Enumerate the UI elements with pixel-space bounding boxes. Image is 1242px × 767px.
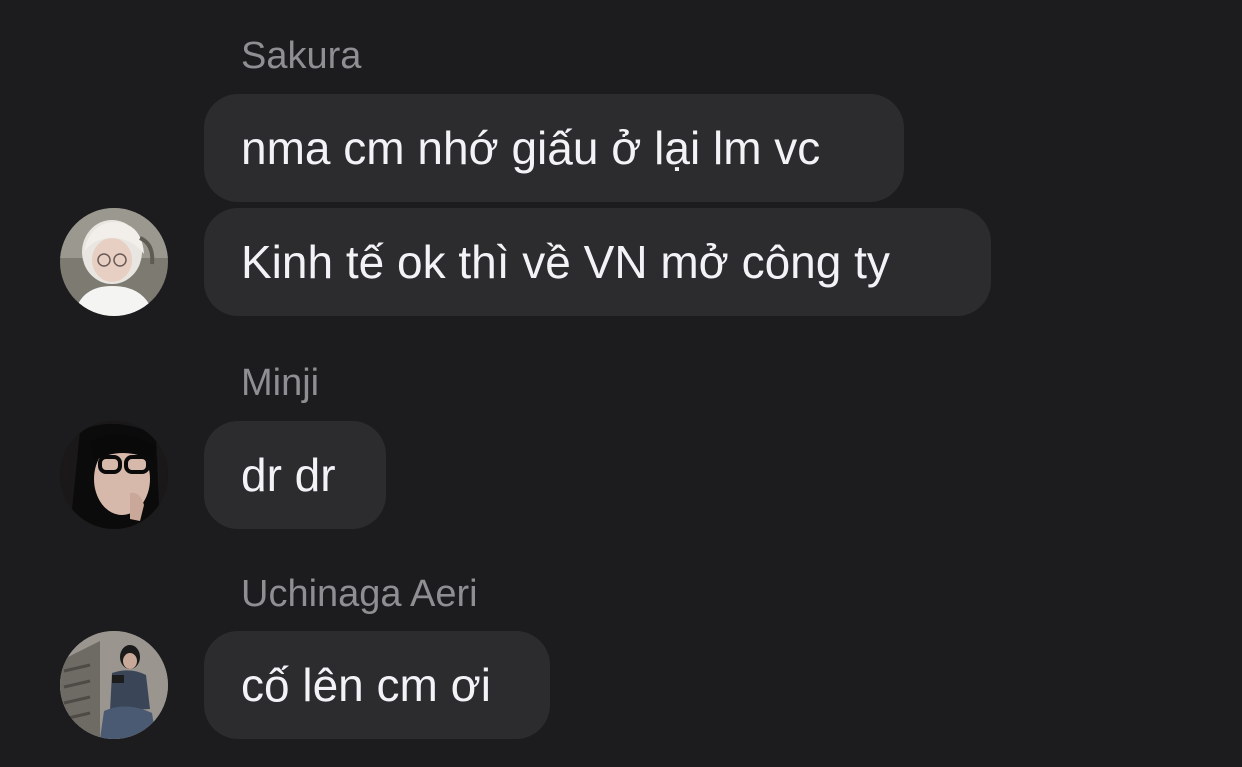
sender-name: Sakura <box>241 35 362 77</box>
message-bubble[interactable]: dr dr <box>204 421 386 529</box>
message-text: dr dr <box>241 449 336 501</box>
message-text: nma cm nhớ giấu ở lại lm vc <box>241 122 821 174</box>
user-avatar-icon[interactable] <box>60 421 168 529</box>
message-bubble[interactable]: Kinh tế ok thì về VN mở công ty <box>204 208 991 316</box>
message-text: Kinh tế ok thì về VN mở công ty <box>241 236 890 288</box>
message-bubble[interactable]: cố lên cm ơi <box>204 631 550 739</box>
sender-name: Uchinaga Aeri <box>241 573 478 615</box>
user-avatar-icon[interactable] <box>60 208 168 316</box>
message-text: cố lên cm ơi <box>241 659 492 711</box>
user-avatar-icon[interactable] <box>60 631 168 739</box>
message-bubble[interactable]: nma cm nhớ giấu ở lại lm vc <box>204 94 904 202</box>
sender-name: Minji <box>241 362 320 404</box>
